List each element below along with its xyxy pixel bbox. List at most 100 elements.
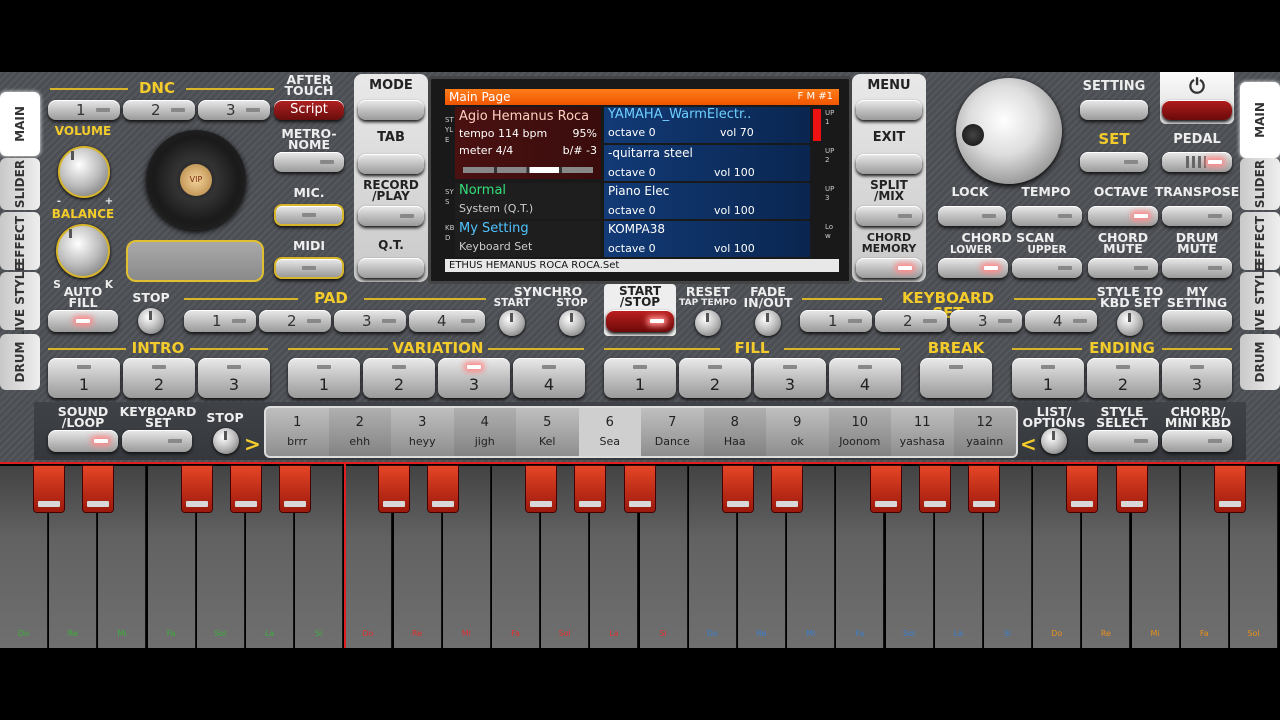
style-slot-3[interactable]: 3 heyy	[391, 408, 454, 456]
slots-right-arrow-icon[interactable]: <	[1020, 432, 1037, 456]
transpose-button[interactable]	[1162, 206, 1232, 226]
variation-button-3[interactable]: 3	[438, 358, 510, 398]
start-stop-button[interactable]	[606, 310, 674, 332]
black-key[interactable]	[181, 466, 212, 512]
tab-main-left[interactable]: MAIN	[0, 92, 40, 156]
tab-live-style-left[interactable]: LIVE STYLE	[0, 263, 40, 339]
intro-button-1[interactable]: 1	[48, 358, 120, 398]
kbd-set-button-1[interactable]: 1	[800, 310, 872, 332]
style-to-kbd-knob[interactable]	[1117, 310, 1143, 336]
up3-cell[interactable]: Piano Elec octave 0 vol 100	[604, 183, 810, 219]
script-button[interactable]: Script	[274, 100, 344, 120]
dnc-button-3[interactable]: 3	[198, 100, 270, 120]
style-slot-12[interactable]: 12 yaainn	[953, 408, 1016, 456]
black-key[interactable]	[919, 466, 950, 512]
pad-button-3[interactable]: 3	[334, 310, 406, 332]
record-play-button[interactable]	[358, 206, 424, 226]
tab-live-style-right[interactable]: LIVE STYLE	[1240, 263, 1280, 339]
pad-button-2[interactable]: 2	[259, 310, 331, 332]
black-key[interactable]	[427, 466, 458, 512]
chord-memory-button[interactable]	[856, 258, 922, 278]
fill-button-1[interactable]: 1	[604, 358, 676, 398]
style-slot-10[interactable]: 10 Joonom	[828, 408, 891, 456]
pedal-button[interactable]	[1162, 152, 1232, 172]
volume-knob[interactable]	[58, 146, 110, 198]
synchro-start-knob[interactable]	[499, 310, 525, 336]
pad-stop-knob[interactable]	[138, 308, 164, 334]
split-mix-button[interactable]	[856, 206, 922, 226]
my-setting-button[interactable]	[1162, 310, 1232, 332]
tempo-button[interactable]	[1012, 206, 1082, 226]
style-slot-1[interactable]: 1 brrr	[266, 408, 329, 456]
list-options-knob[interactable]	[1041, 428, 1067, 454]
tab-drum-right[interactable]: DRUM	[1240, 334, 1280, 390]
style-slot-4[interactable]: 4 jigh	[453, 408, 516, 456]
black-key[interactable]	[870, 466, 901, 512]
power-button[interactable]	[1162, 100, 1232, 120]
fill-button-4[interactable]: 4	[829, 358, 901, 398]
style-slot-11[interactable]: 11 yashasa	[891, 408, 954, 456]
display-slot[interactable]	[126, 240, 264, 282]
drum-mute-button[interactable]	[1162, 258, 1232, 278]
menu-button[interactable]	[856, 100, 922, 120]
style-slot-5[interactable]: 5 Kel	[516, 408, 579, 456]
setting-button[interactable]	[1080, 100, 1148, 120]
chord-mute-button[interactable]	[1088, 258, 1158, 278]
mic-button[interactable]	[274, 204, 344, 226]
row5-stop-knob[interactable]	[213, 428, 239, 454]
low-cell[interactable]: KOMPA38 octave 0 vol 100	[604, 221, 810, 257]
pad-button-4[interactable]: 4	[409, 310, 485, 332]
auto-fill-button[interactable]	[48, 310, 118, 332]
variation-button-4[interactable]: 4	[513, 358, 585, 398]
black-key[interactable]	[1116, 466, 1147, 512]
midi-button[interactable]	[274, 257, 344, 279]
black-key[interactable]	[969, 466, 999, 512]
reset-knob[interactable]	[695, 310, 721, 336]
style-slot-2[interactable]: 2 ehh	[328, 408, 391, 456]
style-cell[interactable]: Agio Hemanus Roca tempo 114 bpm 95% meter…	[455, 107, 601, 179]
dnc-button-2[interactable]: 2	[123, 100, 195, 120]
style-slot-7[interactable]: 7 Dance	[641, 408, 704, 456]
black-key[interactable]	[34, 466, 65, 512]
set-button[interactable]	[1080, 152, 1148, 172]
pad-button-1[interactable]: 1	[184, 310, 256, 332]
black-key[interactable]	[1067, 466, 1098, 512]
style-select-button[interactable]	[1088, 430, 1158, 452]
synchro-stop-knob[interactable]	[559, 310, 585, 336]
sound-loop-button[interactable]	[48, 430, 118, 452]
lock-button[interactable]	[938, 206, 1006, 226]
ending-button-3[interactable]: 3	[1162, 358, 1232, 398]
chord-scan-upper-button[interactable]	[1012, 258, 1082, 278]
kbd-set-button-2[interactable]: 2	[875, 310, 947, 332]
black-key[interactable]	[624, 466, 655, 512]
variation-button-1[interactable]: 1	[288, 358, 360, 398]
chord-scan-lower-button[interactable]	[938, 258, 1008, 278]
black-key[interactable]	[378, 466, 409, 512]
black-key[interactable]	[772, 466, 803, 512]
tab-button[interactable]	[358, 154, 424, 174]
kbd-cell[interactable]: My Setting Keyboard Set	[455, 221, 601, 257]
balance-knob[interactable]	[56, 224, 110, 278]
kbd-set-button-3[interactable]: 3	[950, 310, 1022, 332]
slots-left-arrow-icon[interactable]: >	[244, 432, 261, 456]
style-slot-9[interactable]: 9 ok	[766, 408, 829, 456]
black-key[interactable]	[1215, 466, 1245, 512]
sys-cell[interactable]: Normal System (Q.T.)	[455, 183, 601, 219]
ending-button-1[interactable]: 1	[1012, 358, 1084, 398]
tab-main-right[interactable]: MAIN	[1240, 82, 1280, 158]
fade-knob[interactable]	[755, 310, 781, 336]
fill-button-3[interactable]: 3	[754, 358, 826, 398]
black-key[interactable]	[280, 466, 311, 512]
intro-button-2[interactable]: 2	[123, 358, 195, 398]
qt-button[interactable]	[358, 258, 424, 278]
tab-effect-left[interactable]: EFFECT	[0, 212, 40, 270]
black-key[interactable]	[723, 466, 753, 512]
variation-button-2[interactable]: 2	[363, 358, 435, 398]
black-key[interactable]	[526, 466, 557, 512]
tab-slider-right[interactable]: SLIDER	[1240, 158, 1280, 210]
break-button[interactable]	[920, 358, 992, 398]
tab-effect-right[interactable]: EFFECT	[1240, 212, 1280, 270]
mode-button[interactable]	[358, 100, 424, 120]
row5-keyboard-set-button[interactable]	[122, 430, 192, 452]
style-slot-8[interactable]: 8 Haa	[703, 408, 766, 456]
